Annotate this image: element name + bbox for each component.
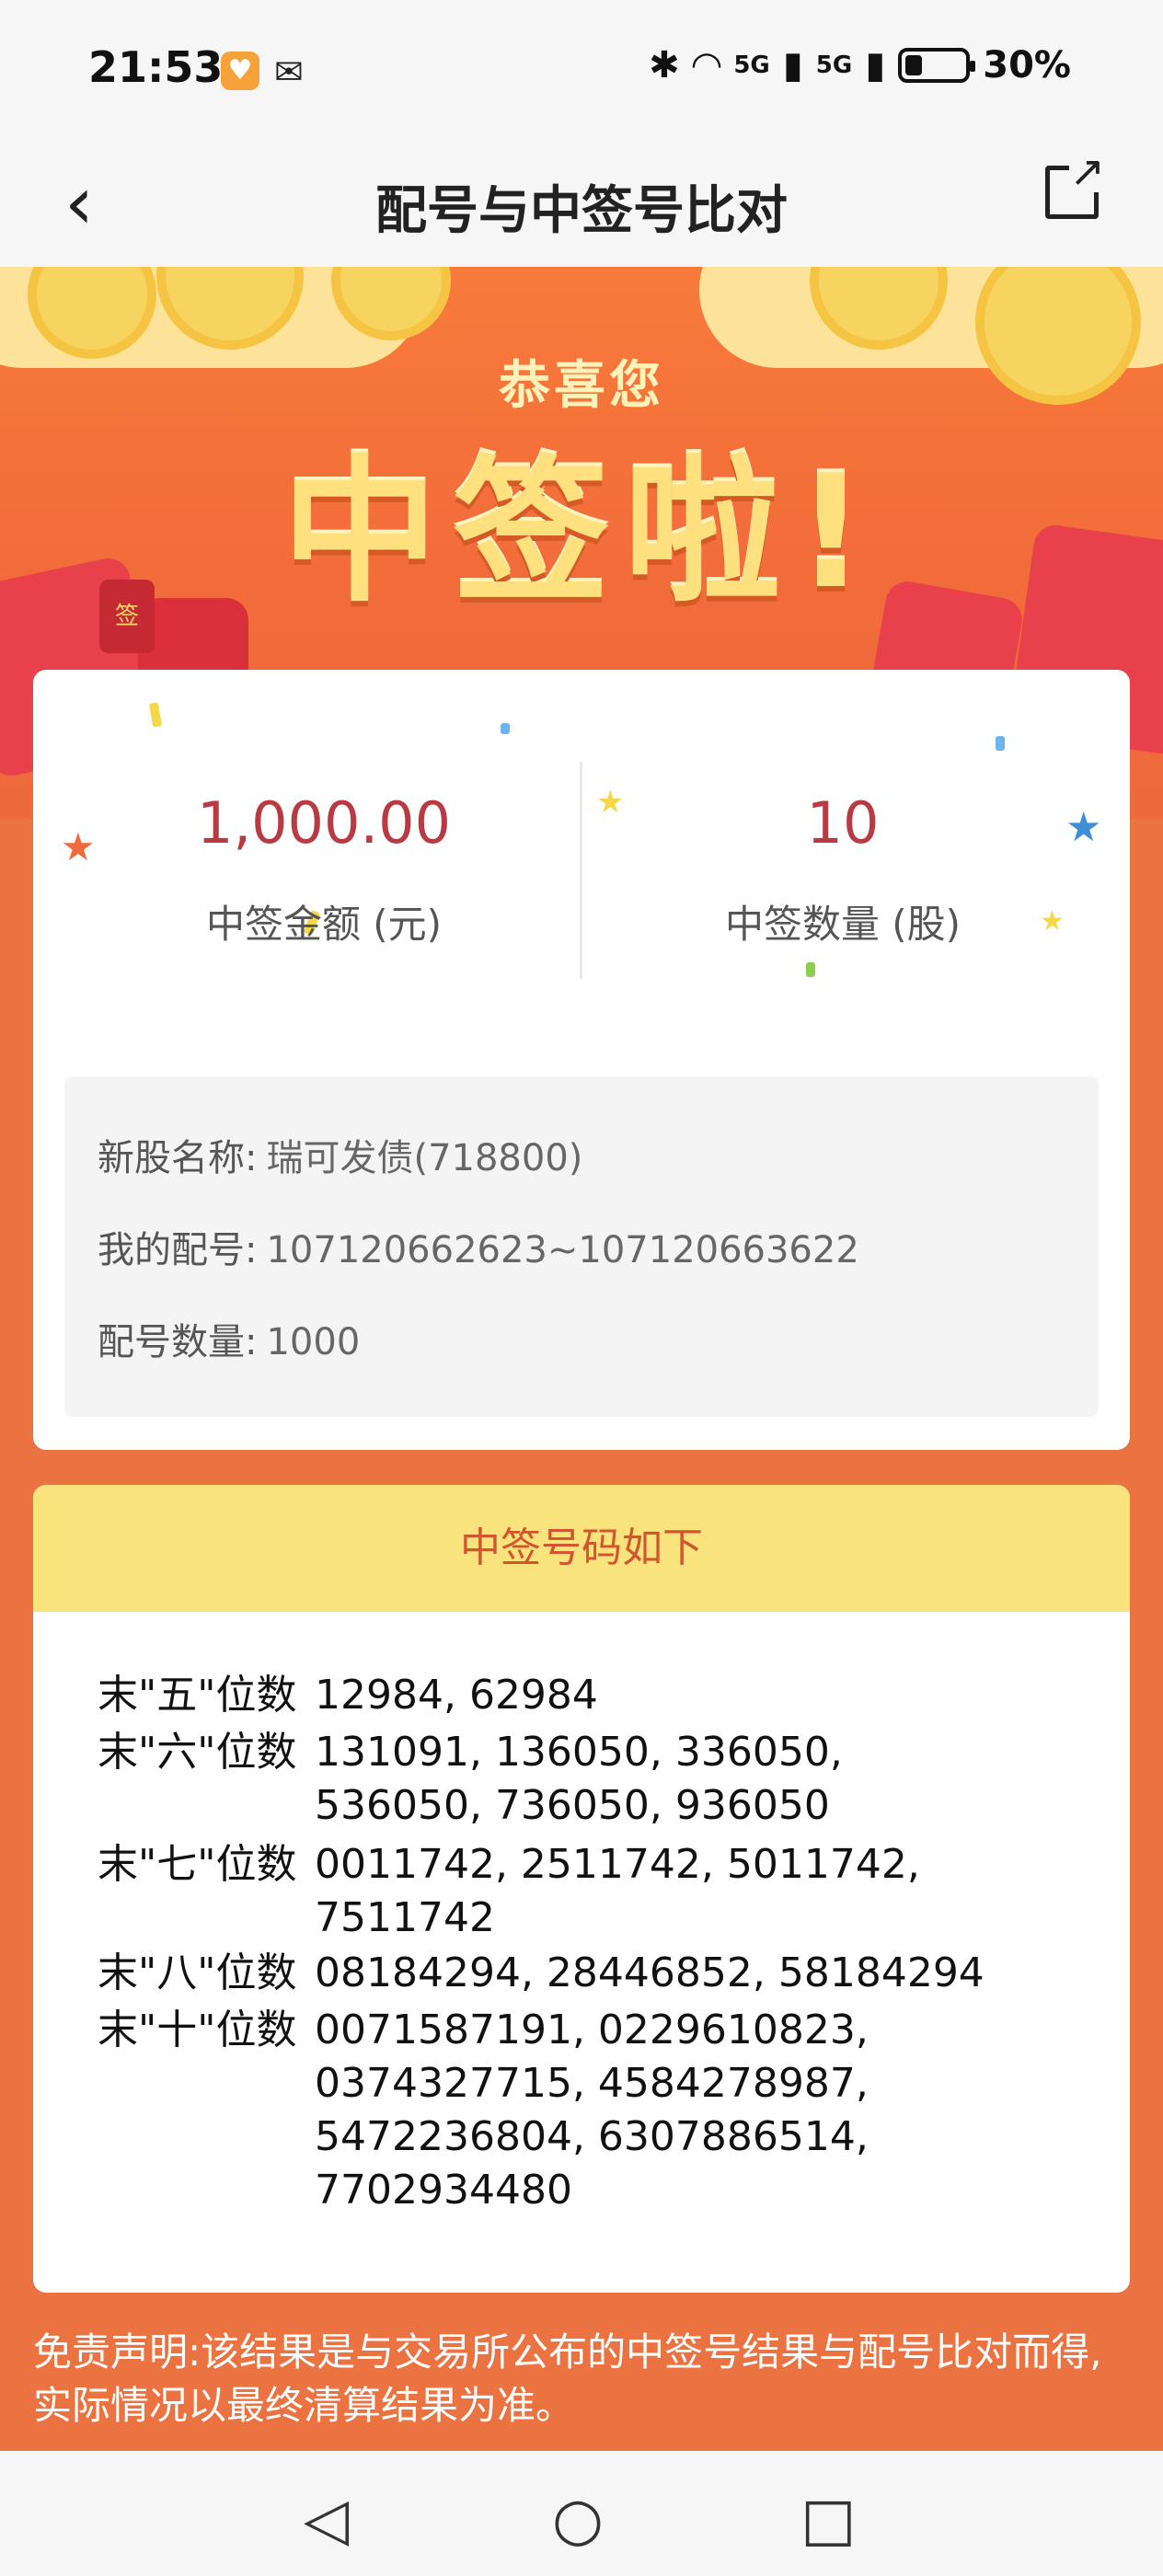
signal-5g-1: 5G	[733, 52, 770, 79]
allocation-range-value: 107120662623~107120663622	[266, 1229, 859, 1271]
stock-name-key: 新股名称:	[98, 1137, 258, 1179]
headline-text: 中签啦!	[282, 442, 881, 624]
winning-numbers-card: 中签号码如下 末"五"位数 12984, 62984 末"六"位数 131091…	[33, 1485, 1130, 2293]
digits-label: 末"十"位数	[98, 2007, 297, 2053]
allocation-count-key: 配号数量:	[98, 1321, 258, 1363]
bluetooth-icon: ✱	[649, 44, 680, 86]
allocation-count-value: 1000	[266, 1321, 361, 1363]
nav-back-button[interactable]: ◁	[304, 2486, 349, 2554]
disclaimer-text: 免责声明:该结果是与交易所公布的中签号结果与配号比对而得,实际情况以最终清算结果…	[33, 2329, 1102, 2428]
signal-bars-icon: ▮	[782, 44, 803, 86]
winning-numbers: 0071587191, 0229610823, 0374327715, 4584…	[315, 2007, 869, 2214]
page-title: 配号与中签号比对	[375, 181, 788, 241]
amount-label: 中签金额 (元)	[205, 902, 443, 947]
digits-label: 末"五"位数	[98, 1672, 297, 1719]
signal-bars-icon: ▮	[865, 44, 886, 86]
wifi-icon: ◠	[692, 44, 721, 86]
winning-numbers: 12984, 62984	[315, 1672, 598, 1719]
amount-stat: 1,000.00 中签金额 (元)	[85, 789, 563, 949]
amount-value: 1,000.00	[196, 789, 452, 857]
allocation-info: 新股名称: 瑞可发债(718800) 我的配号: 107120662623~1071…	[64, 1076, 1099, 1417]
allocation-range-key: 我的配号:	[98, 1229, 258, 1271]
quantity-label: 中签数量 (股)	[724, 902, 961, 947]
status-time: 21:53	[88, 42, 224, 92]
signal-5g-2: 5G	[815, 52, 853, 79]
digits-label: 末"七"位数	[98, 1841, 297, 1888]
quantity-stat: 10 中签数量 (股)	[604, 789, 1082, 949]
app-notification-icon: ♥	[221, 52, 259, 90]
winning-numbers-title: 中签号码如下	[33, 1485, 1130, 1612]
winning-numbers: 0011742, 2511742, 5011742, 7511742	[315, 1841, 920, 1941]
winning-numbers: 131091, 136050, 336050, 536050, 736050, …	[315, 1729, 843, 1829]
status-bar: 21:53 ♥ ✉ ✱ ◠ 5G ▮ 5G ▮ 30%	[0, 0, 1163, 138]
wechat-icon: ✉	[274, 52, 304, 92]
nav-home-button[interactable]: ○	[552, 2486, 604, 2554]
share-button[interactable]	[1045, 150, 1105, 219]
stock-name-row: 新股名称: 瑞可发债(718800)	[98, 1128, 582, 1181]
app-header: ‹ 配号与中签号比对	[0, 138, 1163, 267]
stock-name-value: 瑞可发债(718800)	[266, 1137, 583, 1179]
nav-recent-button[interactable]: □	[800, 2486, 856, 2554]
allocation-range-row: 我的配号: 107120662623~107120663622	[98, 1220, 859, 1273]
battery-icon	[898, 48, 976, 83]
summary-card: ★ ★ ★ ★ 1,000.00 中签金额 (元) 10 中签数量 (股) 新股…	[33, 670, 1130, 1450]
status-icons: ✱ ◠ 5G ▮ 5G ▮ 30%	[649, 44, 1071, 86]
system-nav-bar: ◁ ○ □	[0, 2451, 1163, 2576]
digits-label: 末"八"位数	[98, 1949, 297, 1996]
stat-divider	[580, 762, 582, 979]
allocation-count-row: 配号数量: 1000	[98, 1312, 360, 1365]
winning-numbers: 08184294, 28446852, 58184294	[315, 1949, 985, 1996]
battery-percent: 30%	[983, 44, 1071, 86]
quantity-value: 10	[806, 789, 880, 857]
digits-label: 末"六"位数	[98, 1729, 297, 1776]
